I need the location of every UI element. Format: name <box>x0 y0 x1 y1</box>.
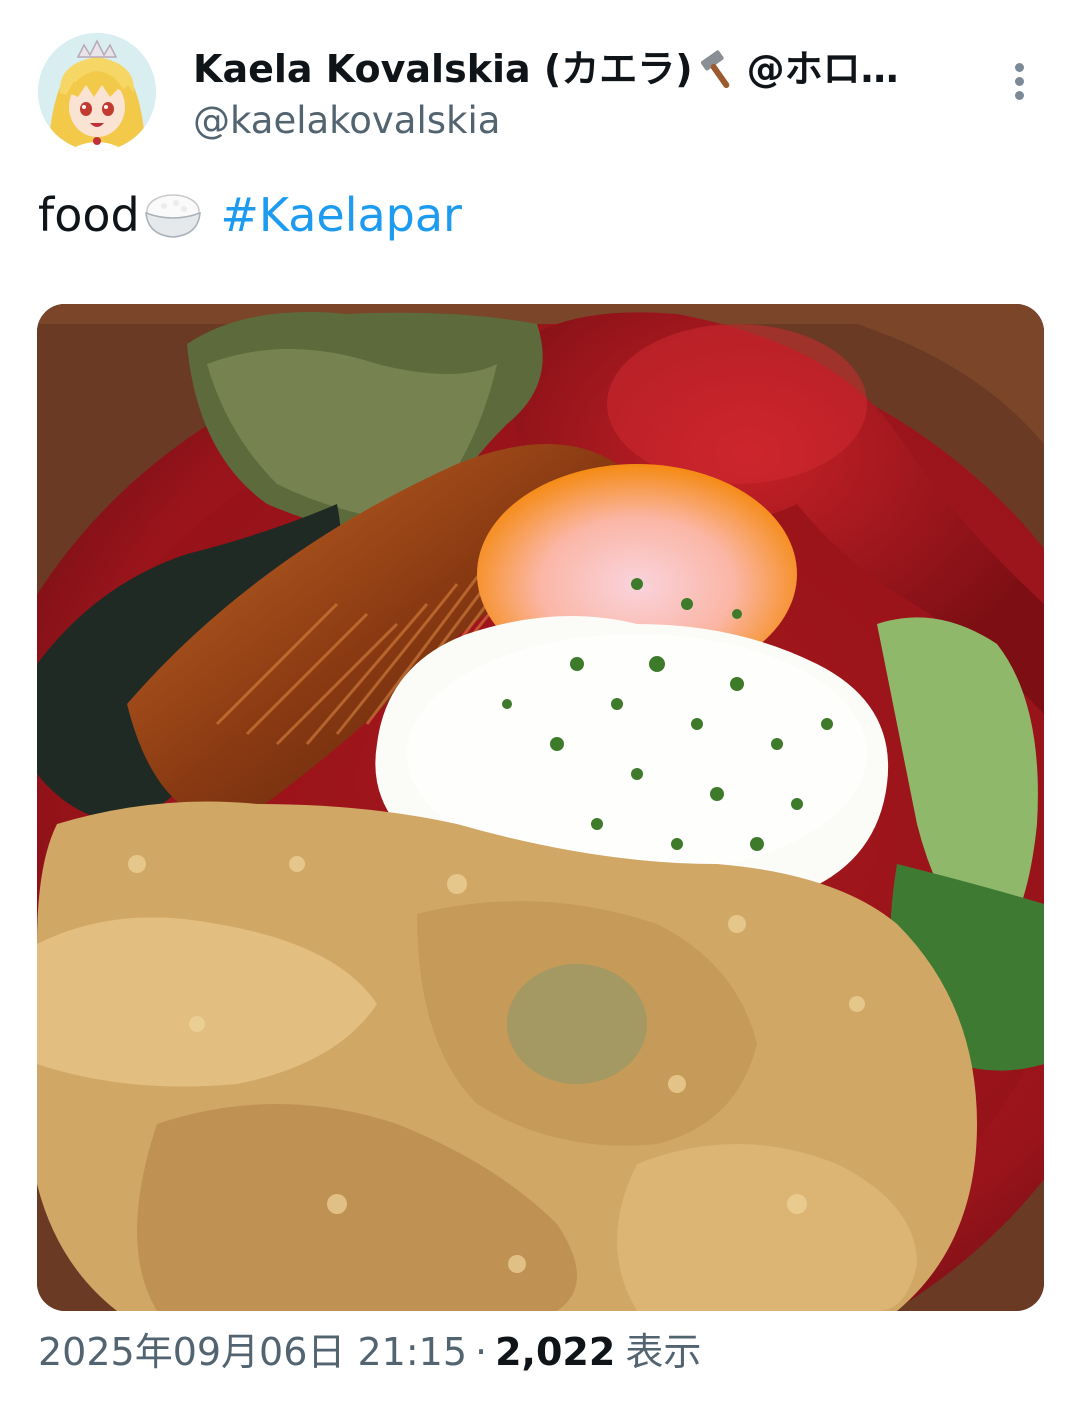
vtuber-avatar-icon <box>38 33 156 151</box>
more-options-icon[interactable] <box>1000 56 1040 106</box>
author-handle[interactable]: @kaelakovalskia <box>193 97 500 145</box>
post-meta: 2025年09月06日 21:15 · 2,022 表示 <box>38 1326 701 1378</box>
author-name-text: Kaela Kovalskia (カエラ) <box>193 47 693 91</box>
post-text-body: food <box>38 188 140 242</box>
hashtag-link[interactable]: #Kaelapar <box>220 188 462 242</box>
post-text: food #Kaelapar <box>38 186 462 244</box>
views-count: 2,022 <box>495 1330 616 1374</box>
author-display-name[interactable]: Kaela Kovalskia (カエラ) @ホロ… <box>193 44 953 94</box>
rice-bowl-icon <box>140 189 206 241</box>
post-header: Kaela Kovalskia (カエラ) @ホロ… @kaelakovalski… <box>0 0 1080 160</box>
views-label: 表示 <box>625 1330 702 1374</box>
food-photo-illustration <box>37 304 1044 1311</box>
meta-separator: · <box>475 1330 488 1374</box>
author-name-suffix: @ホロ… <box>746 47 899 91</box>
hammer-icon <box>697 48 743 89</box>
post-timestamp[interactable]: 2025年09月06日 21:15 <box>38 1330 467 1374</box>
post-photo[interactable] <box>37 304 1044 1311</box>
author-avatar[interactable] <box>38 33 156 151</box>
